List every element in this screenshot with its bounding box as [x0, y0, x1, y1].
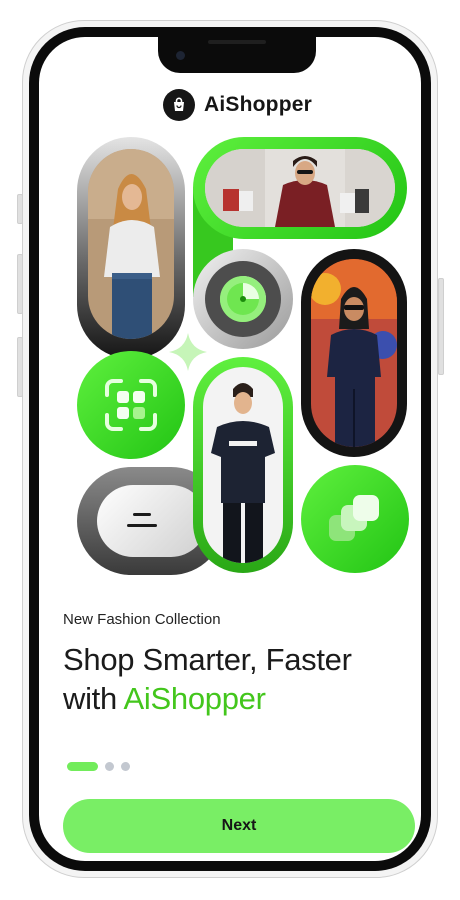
photo-woman-sunglasses — [311, 259, 397, 447]
page-dot-1[interactable] — [67, 762, 98, 771]
page-dot-2[interactable] — [105, 762, 114, 771]
tile-man-tshirt — [193, 357, 293, 573]
front-camera — [176, 51, 185, 60]
app-name: AiShopper — [204, 93, 312, 116]
photo-woman-denim — [88, 149, 174, 339]
headline-line1: Shop Smarter, Faster — [63, 642, 352, 677]
radar-tile — [193, 249, 293, 349]
layers-tile — [301, 465, 409, 573]
collection-subtitle: New Fashion Collection — [63, 611, 221, 628]
phone-frame: AiShopper New Fashion Collection Shop Sm… — [22, 20, 438, 878]
next-button[interactable]: Next — [63, 799, 415, 853]
app-brand: AiShopper — [163, 88, 312, 122]
phone-screen: AiShopper New Fashion Collection Shop Sm… — [39, 37, 421, 861]
shopping-bag-icon — [163, 89, 195, 121]
photo-woman-shopping — [205, 149, 395, 227]
chat-bubble-icon — [127, 513, 157, 527]
layers-icon — [329, 495, 379, 541]
photo-man-tshirt — [203, 367, 283, 563]
headline: Shop Smarter, Faster with AiShopper — [63, 641, 421, 719]
tile-woman-shopping — [193, 137, 407, 239]
speaker-grille — [208, 40, 266, 44]
notch — [158, 37, 316, 73]
page-dot-3[interactable] — [121, 762, 130, 771]
sparkle-icon — [169, 333, 207, 371]
phone-bezel: AiShopper New Fashion Collection Shop Sm… — [29, 27, 431, 871]
radar-icon — [220, 276, 266, 322]
page-indicator — [67, 762, 130, 771]
power-button — [438, 278, 444, 375]
headline-prefix: with — [63, 680, 124, 716]
tile-woman-denim — [77, 137, 185, 359]
tile-woman-sunglasses — [301, 249, 407, 457]
headline-accent: AiShopper — [123, 680, 266, 716]
